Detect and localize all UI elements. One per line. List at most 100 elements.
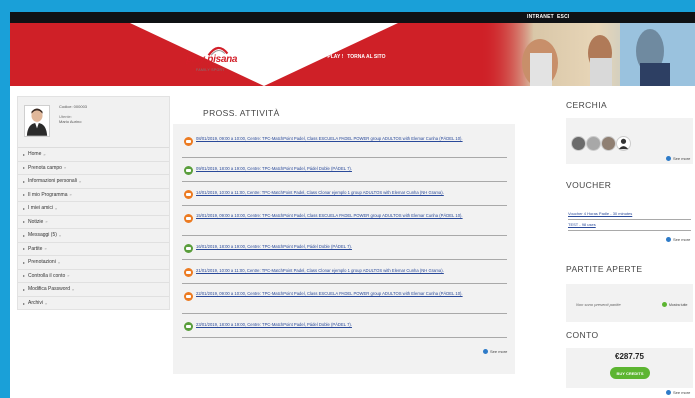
see-more-label: See more [490,349,508,354]
sidebar-item-label: Prenotazioni [28,259,56,266]
sidebar-item-messaggi[interactable]: ▸ Messaggi (5)» [18,229,169,243]
court-icon [184,322,193,331]
nav-torna-al-sito[interactable]: TORNA AL SITO [347,54,385,60]
sidebar-item-mio-programma[interactable]: ▸ Il mio Programma» [18,189,169,202]
activity-link[interactable]: 08/01/2019, 09:00 a 10:00, Centre: TPC-M… [196,135,506,142]
voucher-title: VOUCHER [566,180,612,190]
sidebar-item-label: Notizie [28,218,44,225]
top-bar: INTRANET ESCI [10,12,695,23]
conto-see-more[interactable]: See more [666,390,690,395]
activity-item[interactable]: 15/01/2019, 09:00 a 10:00, Centre: TPC-M… [182,208,507,236]
activities-see-more[interactable]: See more [483,349,507,354]
double-chevron-icon: » [44,246,47,252]
activity-link[interactable]: 16/01/2019, 18:00 a 19:00, Centre: TPC-M… [196,243,506,250]
caret-right-icon: ▸ [23,165,26,171]
activity-link[interactable]: 21/01/2019, 10:00 a 11:00, Centre: TPC-M… [196,267,506,274]
double-chevron-icon: » [43,151,46,157]
avatar[interactable] [24,105,50,137]
double-chevron-icon: » [58,232,62,238]
activity-item[interactable]: 21/01/2019, 10:00 a 11:00, Centre: TPC-M… [182,262,507,284]
divider [568,219,691,220]
sidebar-item-label: I miei amici [28,205,54,212]
caret-right-icon: ▸ [23,273,26,279]
activity-item[interactable]: 16/01/2019, 18:00 a 19:00, Centre: TPC-M… [182,238,507,260]
plus-circle-icon [483,349,488,354]
friend-avatar[interactable] [571,136,586,151]
partite-title: PARTITE APERTE [566,264,643,274]
friend-avatar[interactable] [601,136,616,151]
empty-message: Non sono presenti partite [576,302,621,307]
activity-link[interactable]: 15/01/2019, 09:00 a 10:00, Centre: TPC-M… [196,212,506,219]
activity-item[interactable]: 23/01/2019, 18:00 a 19:00, Centre: TPC-M… [182,316,507,338]
voucher-see-more[interactable]: See more [666,237,690,242]
activities-panel: 08/01/2019, 09:00 a 10:00, Centre: TPC-M… [173,124,515,374]
plus-circle-icon [666,156,671,161]
caret-right-icon: ▸ [23,192,26,198]
caret-right-icon: ▸ [23,178,26,184]
plus-circle-icon [662,302,667,307]
sidebar-item-label: Home [28,151,42,158]
cerchia-see-more[interactable]: See more [666,156,690,161]
caret-right-icon: ▸ [23,259,26,265]
activity-item[interactable]: 08/01/2019, 09:00 a 10:00, Centre: TPC-M… [182,132,507,158]
caret-right-icon: ▸ [23,232,26,238]
sidebar-item-prenotazioni[interactable]: ▸ Prenotazioni» [18,256,169,270]
double-chevron-icon: » [71,286,75,292]
sidebar-item-label: Informazioni personali [28,178,77,185]
activity-item[interactable]: 09/01/2019, 18:00 a 19:00, Centre: TPC-M… [182,160,507,182]
caret-right-icon: ▸ [23,219,26,225]
sidebar-item-controlla-conto[interactable]: ▸ Controlla il conto» [18,270,169,283]
activity-link[interactable]: 22/01/2019, 09:00 a 10:00, Centre: TPC-M… [196,290,506,297]
buy-credits-button[interactable]: BUY CREDITS [610,367,650,379]
sidebar-item-prenota-campo[interactable]: ▸ Prenota campo» [18,162,169,175]
sidebar-item-label: Prenota campo [28,164,62,171]
double-chevron-icon: » [67,273,70,279]
double-chevron-icon: » [55,205,58,211]
sidebar-item-notizie[interactable]: ▸ Notizie» [18,216,169,229]
see-more-label: See more [673,237,691,242]
activity-link[interactable]: 14/01/2019, 10:00 a 11:00, Centre: TPC-M… [196,189,506,196]
activity-link[interactable]: 23/01/2019, 18:00 a 19:00, Centre: TPC-M… [196,321,506,328]
nav-play[interactable]: PLAY ! [327,54,343,60]
profile-card: Codice: 000003 Utente: Mario Aurino [18,97,169,148]
see-more-label: See more [673,156,691,161]
exit-link[interactable]: ESCI [557,14,569,20]
friend-avatar[interactable] [616,136,631,151]
logo[interactable]: play pisana [186,54,237,65]
caret-right-icon: ▸ [23,286,26,292]
double-chevron-icon: » [69,192,72,198]
sidebar-item-modifica-password[interactable]: ▸ Modifica Password» [18,283,169,297]
double-chevron-icon: » [45,300,48,306]
sidebar-item-informazioni-personali[interactable]: ▸ Informazioni personali» [18,175,169,189]
class-icon [184,268,193,277]
show-all-label: Mostra tutte [669,302,688,307]
sidebar-item-archivi[interactable]: ▸ Archivi» [18,297,169,311]
header-nav: PRENOTAZIONI PLAY ! TORNA AL SITO [286,54,386,60]
intranet-link[interactable]: INTRANET [527,14,554,20]
sidebar-item-label: Messaggi (5) [28,232,57,239]
sidebar-item-label: Archivi [28,300,44,307]
sidebar-item-label: Controlla il conto [28,272,66,279]
activity-item[interactable]: 14/01/2019, 10:00 a 11:00, Centre: TPC-M… [182,184,507,206]
caret-right-icon: ▸ [23,300,26,306]
voucher-link[interactable]: TEST - 98 uses [568,222,596,227]
voucher-link[interactable]: Voucher 4 Horas Padle - 30 minutes [568,211,632,216]
activity-item[interactable]: 22/01/2019, 09:00 a 10:00, Centre: TPC-M… [182,286,507,314]
caret-right-icon: ▸ [23,205,26,211]
divider [568,230,691,231]
sidebar-item-amici[interactable]: ▸ I miei amici» [18,202,169,216]
nav-prenotazioni[interactable]: PRENOTAZIONI [286,54,323,60]
friend-avatar[interactable] [586,136,601,151]
double-chevron-icon: » [63,165,67,171]
show-all-button[interactable]: Mostra tutte [662,302,687,307]
sidebar-item-label: Il mio Programma [28,191,68,198]
user-code: Codice: 000003 [59,104,88,109]
activity-link[interactable]: 09/01/2019, 18:00 a 19:00, Centre: TPC-M… [196,165,506,172]
caret-right-icon: ▸ [23,246,26,252]
logo-tagline: FAMILY SPORT [196,68,225,72]
sidebar-item-home[interactable]: ▸ Home» [18,148,169,162]
plus-circle-icon [666,390,671,395]
court-icon [184,244,193,253]
activities-title: PROSS. ATTIVITÀ [203,108,280,118]
sidebar-item-partite[interactable]: ▸ Partite» [18,243,169,256]
